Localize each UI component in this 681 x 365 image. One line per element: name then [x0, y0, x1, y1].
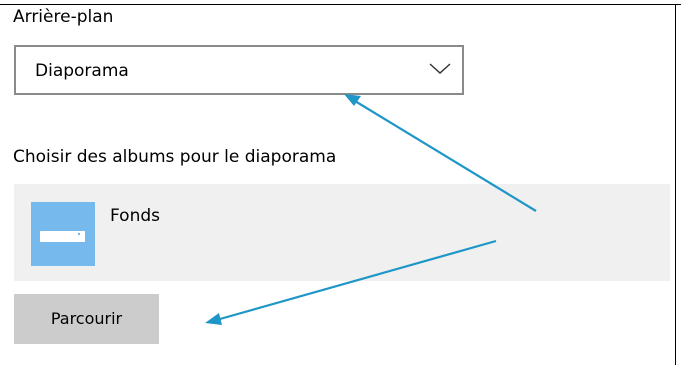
- album-name: Fonds: [110, 206, 160, 226]
- frame-right-border: [675, 4, 676, 365]
- albums-heading: Choisir des albums pour le diaporama: [13, 147, 337, 167]
- background-heading: Arrière-plan: [13, 7, 114, 27]
- album-item[interactable]: Fonds: [14, 184, 670, 281]
- chevron-down-icon: [429, 63, 451, 74]
- background-dropdown-value: Diaporama: [35, 61, 129, 81]
- background-dropdown[interactable]: Diaporama: [14, 45, 464, 95]
- browse-button[interactable]: Parcourir: [14, 294, 159, 344]
- album-thumbnail: [31, 202, 95, 266]
- folder-icon: [40, 231, 85, 242]
